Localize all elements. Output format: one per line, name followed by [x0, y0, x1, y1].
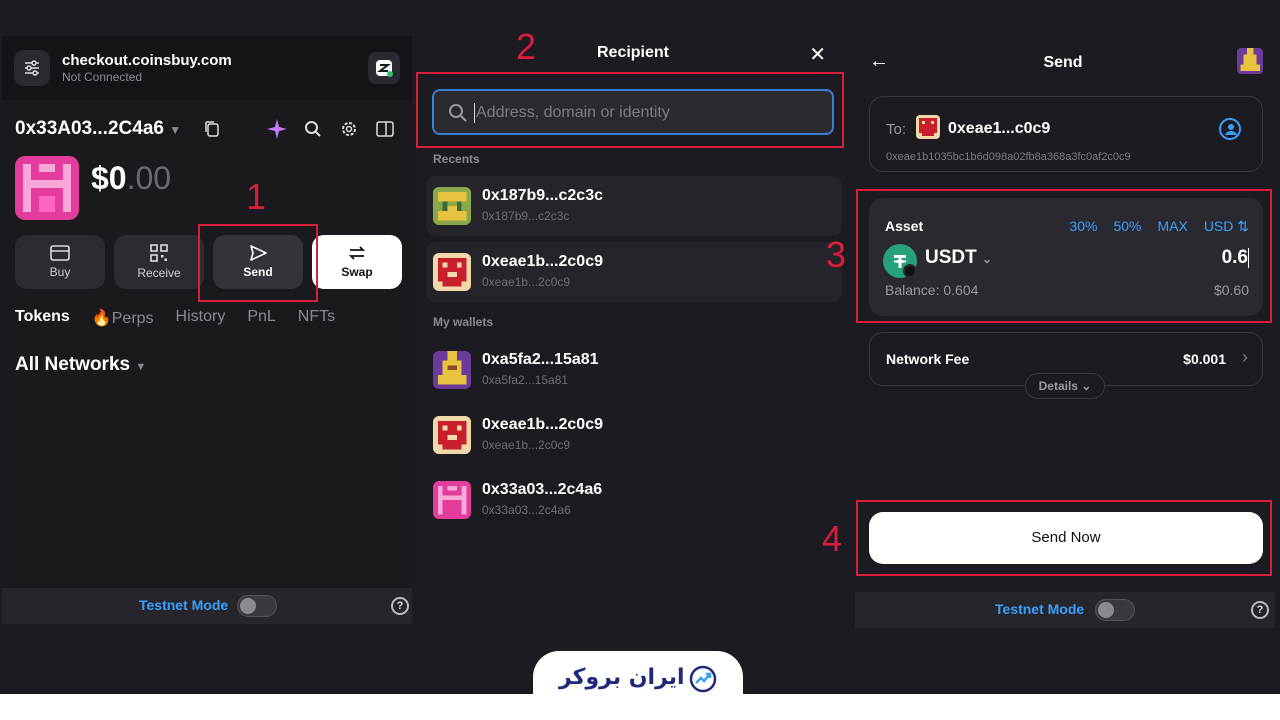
testnet-label: Testnet Mode — [995, 601, 1085, 617]
recent-item[interactable]: 0xeae1b...2c0c9 0xeae1b...2c0c9 — [426, 242, 842, 302]
wallet-address: 0xeae1b...2c0c9 — [482, 438, 571, 452]
chart-logo-icon — [689, 665, 717, 693]
sparkle-icon[interactable] — [266, 118, 288, 140]
close-icon[interactable]: ✕ — [809, 42, 826, 67]
avatar — [433, 253, 471, 291]
tab-perps[interactable]: 🔥Perps — [92, 308, 154, 328]
annotation-number: 2 — [516, 26, 537, 67]
address-text: 0x33A03...2C4a6 — [15, 118, 164, 139]
annotation-box-send — [198, 224, 318, 302]
card-icon — [50, 245, 70, 261]
flame-icon: 🔥 — [91, 310, 112, 327]
search-icon[interactable] — [302, 118, 324, 140]
site-bar: checkout.coinsbuy.com Not Connected — [2, 36, 412, 100]
recent-name: 0x187b9...c2c3c — [482, 187, 603, 204]
my-wallets-label: My wallets — [433, 315, 494, 329]
footer-bar: Testnet Mode ? — [855, 592, 1275, 628]
help-icon[interactable]: ? — [1251, 601, 1269, 619]
recipient-title: Recipient — [596, 44, 669, 61]
tab-tokens[interactable]: Tokens — [15, 308, 70, 328]
account-avatar[interactable] — [1237, 48, 1263, 74]
fee-label: Network Fee — [886, 351, 970, 367]
buy-button[interactable]: Buy — [15, 235, 105, 289]
avatar — [433, 481, 471, 519]
recent-item[interactable]: 0x187b9...c2c3c 0x187b9...c2c3c — [426, 176, 842, 236]
annotation-box-asset — [856, 189, 1272, 323]
extension-icon[interactable] — [368, 52, 400, 84]
tab-history[interactable]: History — [176, 308, 226, 328]
balance-integer: $0 — [91, 160, 127, 196]
recipient-card[interactable]: To: 0xeae1...c0c9 0xeae1b1035bc1b6d098a0… — [869, 96, 1263, 172]
swap-icon — [348, 246, 366, 260]
buy-label: Buy — [49, 265, 71, 279]
chevron-right-icon: › — [1242, 347, 1248, 367]
recipient-full-address: 0xeae1b1035bc1b6d098a02fb8a368a3fc0af2c0… — [886, 151, 1131, 163]
footer-bar: Testnet Mode ? — [2, 588, 412, 624]
wallet-item[interactable]: 0xeae1b...2c0c9 0xeae1b...2c0c9 — [426, 405, 842, 465]
annotation-number: 1 — [246, 176, 267, 217]
receive-label: Receive — [137, 266, 181, 280]
connection-status: Not Connected — [62, 70, 143, 84]
balance-decimals: .00 — [126, 160, 172, 196]
wallet-item[interactable]: 0xa5fa2...15a81 0xa5fa2...15a81 — [426, 340, 842, 400]
avatar — [433, 187, 471, 225]
avatar — [433, 351, 471, 389]
annotation-box-recipient — [416, 72, 844, 148]
testnet-toggle[interactable] — [1095, 599, 1135, 621]
wallet-name: 0xa5fa2...15a81 — [482, 351, 599, 368]
avatar — [433, 416, 471, 454]
qr-code-icon — [150, 244, 168, 262]
contact-icon[interactable] — [1218, 117, 1242, 141]
site-domain: checkout.coinsbuy.com — [62, 52, 232, 69]
chevron-down-icon: ▼ — [169, 123, 182, 137]
testnet-toggle[interactable] — [237, 595, 277, 617]
tab-nfts[interactable]: NFTs — [298, 308, 335, 328]
swap-button[interactable]: Swap — [312, 235, 402, 289]
settings-sliders-icon[interactable] — [14, 50, 50, 86]
brand-logo: ایران بروکر — [533, 651, 743, 707]
copy-icon[interactable] — [204, 120, 220, 143]
tab-perps-label: Perps — [111, 310, 154, 327]
help-icon[interactable]: ? — [391, 597, 409, 615]
recent-address: 0x187b9...c2c3c — [482, 209, 570, 223]
details-label: Details — [1038, 379, 1078, 393]
network-selector[interactable]: All Networks ▼ — [15, 354, 146, 376]
account-avatar — [15, 156, 79, 220]
annotation-number: 3 — [826, 234, 847, 275]
recent-name: 0xeae1b...2c0c9 — [482, 253, 603, 270]
annotation-number: 4 — [822, 518, 843, 559]
total-balance: $0.00 — [91, 160, 171, 197]
toolbar-icons — [266, 118, 396, 140]
sidepanel-icon[interactable] — [374, 118, 396, 140]
annotation-box-send-now — [856, 500, 1272, 576]
wallet-name: 0x33a03...2c4a6 — [482, 481, 603, 498]
avatar — [916, 115, 940, 139]
to-label: To: — [886, 121, 907, 138]
swap-label: Swap — [341, 265, 373, 279]
asset-tabs: Tokens 🔥Perps History PnL NFTs — [15, 308, 335, 328]
chevron-down-icon: ▼ — [135, 361, 147, 373]
tab-pnl[interactable]: PnL — [247, 308, 275, 328]
gear-icon[interactable] — [338, 118, 360, 140]
recent-address: 0xeae1b...2c0c9 — [482, 275, 571, 289]
wallet-name: 0xeae1b...2c0c9 — [482, 416, 603, 433]
network-label: All Networks — [15, 354, 131, 375]
send-title: Send — [1043, 54, 1083, 71]
recipient-name: 0xeae1...c0c9 — [948, 120, 1051, 137]
wallet-home-panel: checkout.coinsbuy.com Not Connected 0x33… — [2, 36, 412, 624]
recents-label: Recents — [433, 152, 480, 166]
wallet-address: 0xa5fa2...15a81 — [482, 373, 569, 387]
fee-value: $0.001 — [1183, 351, 1226, 367]
wallet-address: 0x33a03...2c4a6 — [482, 503, 571, 517]
details-button[interactable]: Details ⌄ — [1025, 373, 1105, 399]
receive-button[interactable]: Receive — [114, 235, 204, 289]
logo-text: ایران بروکر — [559, 665, 685, 690]
wallet-item[interactable]: 0x33a03...2c4a6 0x33a03...2c4a6 — [426, 470, 842, 530]
account-address[interactable]: 0x33A03...2C4a6 ▼ — [15, 118, 181, 140]
testnet-label: Testnet Mode — [139, 597, 229, 613]
